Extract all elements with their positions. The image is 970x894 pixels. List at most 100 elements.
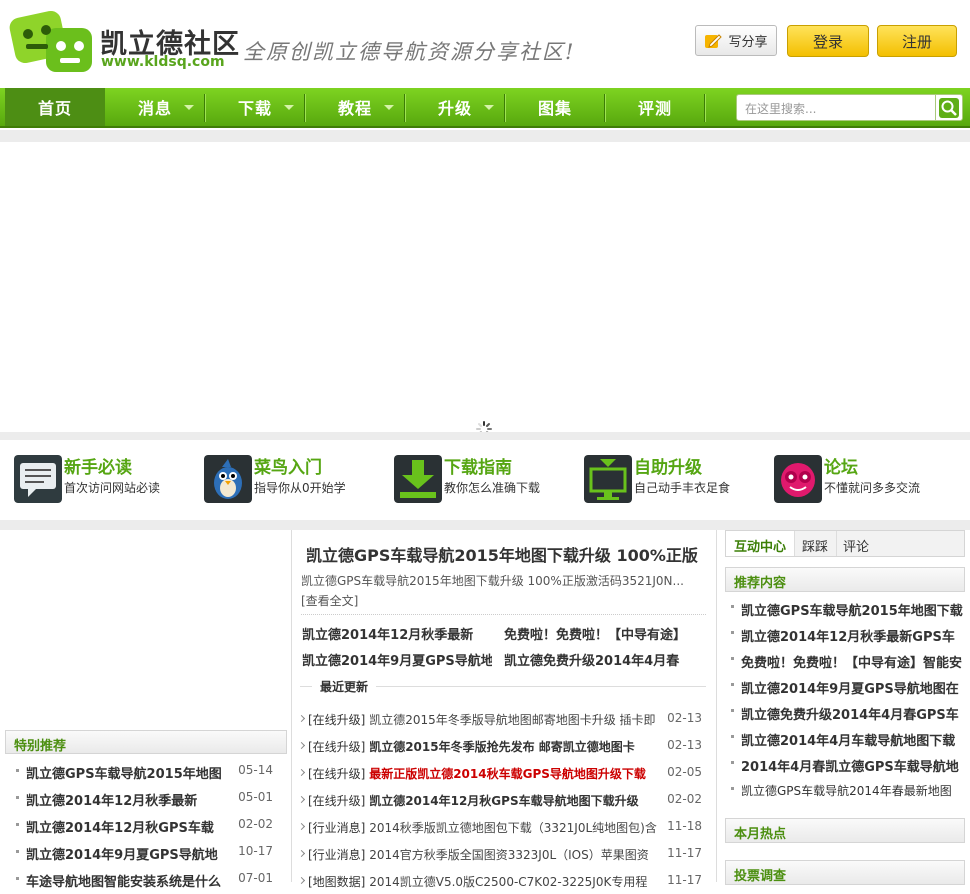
recommend-section: 推荐内容 凯立德GPS车载导航2015年地图下载 凯立德2014年12月秋季最新…: [725, 567, 965, 800]
nav-review[interactable]: 评测: [605, 88, 705, 126]
list-item-title[interactable]: 最新正版凯立德2014秋车载GPS导航地图升级下载: [369, 765, 646, 782]
tab-interaction-center[interactable]: 互动中心: [726, 531, 796, 556]
list-item-date: 11-18: [667, 819, 702, 833]
tab-comments[interactable]: 评论: [835, 531, 877, 556]
featured-headline[interactable]: 凯立德GPS车载导航2015年地图下载升级 100%正版: [306, 542, 710, 566]
list-item-title[interactable]: 凯立德2014年12月秋GPS车载导航地图下载升级: [369, 792, 638, 809]
register-button[interactable]: 注册: [877, 25, 957, 57]
quick-link-title[interactable]: 论坛: [824, 453, 858, 478]
list-item-title[interactable]: 凯立德2014年9月夏GPS导航地: [26, 848, 218, 862]
list-item[interactable]: 凯立德免费升级2014年4月春GPS车: [725, 696, 965, 722]
nav-tutorial-caret-icon[interactable]: [384, 105, 394, 110]
list-item[interactable]: 凯立德GPS车载导航2015年地图 05-14: [5, 754, 287, 781]
category-tag[interactable]: [在线升级]: [308, 740, 365, 754]
site-slogan: 全原创凯立德导航资源分享社区!: [243, 40, 576, 64]
list-item[interactable]: 凯立德2014年4月车载导航地图下载: [725, 722, 965, 748]
recommend-heading: 推荐内容: [725, 567, 965, 592]
login-button[interactable]: 登录: [787, 25, 869, 57]
list-item-title[interactable]: 凯立德2014年12月秋季最新: [26, 794, 197, 808]
list-item-title[interactable]: 2014官方秋季版全国图资3323J0L（IOS）苹果图资: [369, 846, 649, 863]
list-item[interactable]: 凯立德2014年12月秋季最新GPS车: [725, 618, 965, 644]
quick-link-subtitle: 不懂就问多多交流: [824, 481, 921, 495]
search-input[interactable]: 在这里搜索...: [736, 94, 936, 121]
list-item-title[interactable]: 2014秋季版凯立德地图包下载（3321J0L纯地图包)含: [369, 819, 657, 836]
nav-news-caret-icon[interactable]: [184, 105, 194, 110]
list-item[interactable]: 凯立德2014年9月夏GPS导航地图在: [725, 670, 965, 696]
list-item[interactable]: 车途导航地图智能安装系统是什么 07-01: [5, 862, 287, 889]
site-url[interactable]: www.kldsq.com: [101, 54, 225, 70]
list-item[interactable]: 2014年4月春凯立德GPS车载导航地: [725, 748, 965, 774]
nav-home[interactable]: 首页: [5, 88, 105, 126]
list-item[interactable]: [行业消息] 2014官方秋季版全国图资3323J0L（IOS）苹果图资 11-1…: [292, 840, 716, 867]
hot-link[interactable]: 凯立德免费升级2014年4月春: [504, 650, 694, 669]
list-item[interactable]: 凯立德2014年12月秋GPS车载 02-02: [5, 808, 287, 835]
list-item-title[interactable]: 车途导航地图智能安装系统是什么: [26, 875, 221, 889]
list-item-title[interactable]: 凯立德2015年冬季版抢先发布 邮寄凯立德地图卡: [369, 738, 635, 755]
right-column: 互动中心 踩踩 评论 推荐内容 凯立德GPS车载导航2015年地图下载 凯立德2…: [725, 530, 965, 885]
list-item-date: 02-02: [238, 817, 273, 831]
category-tag[interactable]: [地图数据]: [308, 875, 365, 889]
nav-gallery[interactable]: 图集: [505, 88, 605, 126]
read-more-link[interactable]: [查看全文]: [301, 591, 705, 611]
category-tag[interactable]: [在线升级]: [308, 794, 365, 808]
recent-updates-heading: 最近更新: [300, 678, 706, 695]
list-item-date: 02-02: [667, 792, 702, 806]
upgrade-icon: [584, 455, 632, 503]
write-share-button[interactable]: 写分享: [695, 25, 777, 56]
list-item-date: 02-13: [667, 711, 702, 725]
tab-diss[interactable]: 踩踩: [794, 531, 838, 556]
vote-heading: 投票调查: [725, 860, 965, 885]
list-item[interactable]: [在线升级] 凯立德2015年冬季版导航地图邮寄地图卡升级 插卡即 02-13: [292, 705, 716, 732]
quick-link-self-upgrade[interactable]: 自助升级 自己动手丰衣足食: [584, 453, 769, 505]
write-share-label: 写分享: [728, 35, 768, 50]
list-item[interactable]: 凯立德2014年9月夏GPS导航地 10-17: [5, 835, 287, 862]
middle-column: 凯立德GPS车载导航2015年地图下载升级 100%正版 凯立德GPS车载导航2…: [291, 530, 717, 889]
list-item-date: 11-17: [667, 846, 702, 860]
list-item[interactable]: [在线升级] 凯立德2014年12月秋GPS车载导航地图下载升级 02-02: [292, 786, 716, 813]
hot-link[interactable]: 免费啦！免费啦！【中导有途】: [504, 624, 694, 643]
list-item[interactable]: [地图数据] 2014凯立德V5.0版C2500-C7K02-3225J0K专用…: [292, 867, 716, 894]
recent-updates-label: 最近更新: [312, 678, 377, 695]
search-button[interactable]: [935, 94, 963, 121]
list-item-title[interactable]: 凯立德GPS车载导航2015年地图: [26, 767, 222, 781]
quick-link-forum[interactable]: 论坛 不懂就问多多交流: [774, 453, 959, 505]
list-item[interactable]: 凯立德GPS车载导航2015年地图下载: [725, 592, 965, 618]
category-tag[interactable]: [在线升级]: [308, 767, 365, 781]
quick-link-beginner[interactable]: 菜鸟入门 指导你从0开始学: [204, 453, 389, 505]
list-item[interactable]: [在线升级] 凯立德2015年冬季版抢先发布 邮寄凯立德地图卡 02-13: [292, 732, 716, 759]
list-item-title[interactable]: 凯立德2014年12月秋GPS车载: [26, 821, 214, 835]
list-item-date: 02-05: [667, 765, 702, 779]
category-tag[interactable]: [行业消息]: [308, 848, 365, 862]
logo-icon[interactable]: [6, 10, 98, 76]
vote-section: 投票调查: [725, 860, 965, 885]
banner-slideshow[interactable]: [0, 142, 970, 437]
quick-link-newbie[interactable]: 新手必读 首次访问网站必读: [14, 453, 199, 505]
quick-link-subtitle: 首次访问网站必读: [64, 481, 161, 495]
nav-download-caret-icon[interactable]: [284, 105, 294, 110]
list-item-date: 05-01: [238, 790, 273, 804]
quick-link-download-guide[interactable]: 下载指南 教你怎么准确下载: [394, 453, 579, 505]
list-item-date: 07-01: [238, 871, 273, 885]
list-item[interactable]: 凯立德GPS车载导航2014年春最新地图: [725, 774, 965, 800]
quick-link-title[interactable]: 下载指南: [444, 453, 512, 478]
quick-link-title[interactable]: 自助升级: [634, 453, 702, 478]
list-item-title[interactable]: 凯立德2015年冬季版导航地图邮寄地图卡升级 插卡即: [369, 711, 655, 728]
quick-link-title[interactable]: 菜鸟入门: [254, 453, 322, 478]
hot-link[interactable]: 凯立德2014年9月夏GPS导航地: [302, 650, 492, 669]
list-item[interactable]: 免费啦！免费啦！【中导有途】智能安: [725, 644, 965, 670]
special-recommend-list: 凯立德GPS车载导航2015年地图 05-14 凯立德2014年12月秋季最新 05…: [5, 754, 287, 889]
list-item[interactable]: 凯立德2014年12月秋季最新 05-01: [5, 781, 287, 808]
hot-link[interactable]: 凯立德2014年12月秋季最新: [302, 624, 492, 643]
site-header: 凯立德社区 www.kldsq.com 全原创凯立德导航资源分享社区! 写分享 …: [0, 0, 970, 88]
nav-upgrade-caret-icon[interactable]: [484, 105, 494, 110]
list-item[interactable]: [行业消息] 2014秋季版凯立德地图包下载（3321J0L纯地图包)含 11-1…: [292, 813, 716, 840]
bird-icon: [204, 455, 252, 503]
list-item[interactable]: [在线升级] 最新正版凯立德2014秋车载GPS导航地图升级下载 02-05: [292, 759, 716, 786]
category-tag[interactable]: [行业消息]: [308, 821, 365, 835]
recent-updates-list: [在线升级] 凯立德2015年冬季版导航地图邮寄地图卡升级 插卡即 02-13 […: [292, 705, 716, 894]
quick-link-title[interactable]: 新手必读: [64, 453, 132, 478]
left-column: 特别推荐 凯立德GPS车载导航2015年地图 05-14 凯立德2014年12月秋…: [5, 530, 287, 889]
quick-link-subtitle: 自己动手丰衣足食: [634, 481, 731, 495]
category-tag[interactable]: [在线升级]: [308, 713, 365, 727]
pencil-icon: [705, 33, 723, 48]
